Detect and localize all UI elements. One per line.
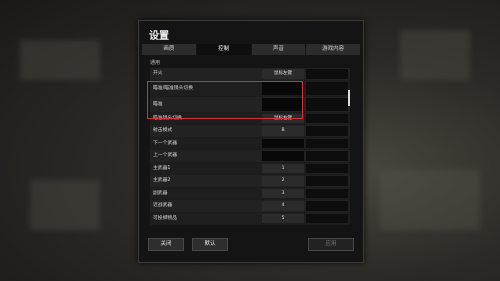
settings-tabs: 画质 控制 声音 游戏内容 <box>142 44 360 55</box>
primary-key-slot[interactable] <box>262 97 304 111</box>
scrollbar-thumb[interactable] <box>348 90 350 106</box>
secondary-key-slot[interactable] <box>306 126 348 136</box>
secondary-key-slot[interactable] <box>306 97 348 111</box>
action-label: 主武器1 <box>153 165 171 171</box>
dialog-title: 设置 <box>149 31 169 42</box>
section-title: 通用 <box>150 60 161 66</box>
secondary-key-slot[interactable] <box>306 188 348 198</box>
action-label: 上一个武器 <box>153 153 177 158</box>
keybinding-list[interactable]: 开火 鼠标左键 瞄准/瞄准镜头切换 瞄准 瞄准镜头切换 鼠标右键 射击模式 B … <box>150 68 350 245</box>
keybinding-row: 近战武器 4 <box>150 200 350 213</box>
secondary-key-slot[interactable] <box>306 113 348 123</box>
action-label: 近战武器 <box>153 203 173 208</box>
secondary-key-slot[interactable] <box>306 201 348 211</box>
action-label: 开火 <box>153 71 163 76</box>
secondary-key-slot[interactable] <box>306 69 348 79</box>
primary-key-slot[interactable] <box>262 138 304 148</box>
keybinding-row: 瞄准镜头切换 鼠标右键 <box>150 112 350 125</box>
primary-key-slot[interactable]: 4 <box>262 201 304 211</box>
apply-button[interactable]: 应用 <box>308 238 354 251</box>
close-button[interactable]: 关闭 <box>148 238 184 251</box>
primary-key-slot[interactable]: 1 <box>262 163 304 173</box>
action-label: 射击模式 <box>153 128 173 133</box>
secondary-key-slot[interactable] <box>306 176 348 186</box>
primary-key-slot[interactable] <box>262 81 304 95</box>
tab-gameplay[interactable]: 游戏内容 <box>306 44 360 55</box>
action-label: 瞄准镜头切换 <box>153 115 182 121</box>
keybinding-row: 射击模式 B <box>150 125 350 138</box>
default-button[interactable]: 默认 <box>192 238 228 251</box>
keybinding-row: 上一个武器 <box>150 150 350 163</box>
action-label: 主武器2 <box>153 178 171 183</box>
keybinding-row: 瞄准 <box>150 96 350 113</box>
primary-key-slot[interactable]: B <box>262 126 304 136</box>
action-label: 下一个武器 <box>153 140 177 146</box>
primary-key-slot[interactable]: 5 <box>262 213 304 223</box>
action-label: 瞄准 <box>153 101 163 107</box>
tab-controls[interactable]: 控制 <box>196 44 251 55</box>
primary-key-slot[interactable]: 3 <box>262 188 304 198</box>
action-label: 瞄准/瞄准镜头切换 <box>153 85 193 91</box>
tab-sound[interactable]: 声音 <box>251 44 306 55</box>
keybinding-row: 主武器1 1 <box>150 162 350 175</box>
keybinding-row: 开火 鼠标左键 <box>150 68 350 81</box>
primary-key-slot[interactable]: 鼠标右键 <box>262 113 304 123</box>
secondary-key-slot[interactable] <box>306 81 348 95</box>
secondary-key-slot[interactable] <box>306 151 348 161</box>
keybinding-row: 可投掷物品 5 <box>150 212 350 225</box>
primary-key-slot[interactable] <box>262 151 304 161</box>
tab-graphics[interactable]: 画质 <box>142 44 196 55</box>
keybinding-row: 副武器 3 <box>150 187 350 200</box>
action-label: 副武器 <box>153 190 168 196</box>
keybinding-row: 下一个武器 <box>150 137 350 150</box>
primary-key-slot[interactable]: 2 <box>262 176 304 186</box>
action-label: 可投掷物品 <box>153 215 177 221</box>
keybinding-row: 瞄准/瞄准镜头切换 <box>150 80 350 97</box>
keybinding-row: 主武器2 2 <box>150 175 350 188</box>
settings-dialog: 设置 画质 控制 声音 游戏内容 通用 开火 鼠标左键 瞄准/瞄准镜头切换 瞄准… <box>138 20 364 263</box>
primary-key-slot[interactable]: 鼠标左键 <box>262 69 304 79</box>
secondary-key-slot[interactable] <box>306 138 348 148</box>
secondary-key-slot[interactable] <box>306 163 348 173</box>
secondary-key-slot[interactable] <box>306 213 348 223</box>
